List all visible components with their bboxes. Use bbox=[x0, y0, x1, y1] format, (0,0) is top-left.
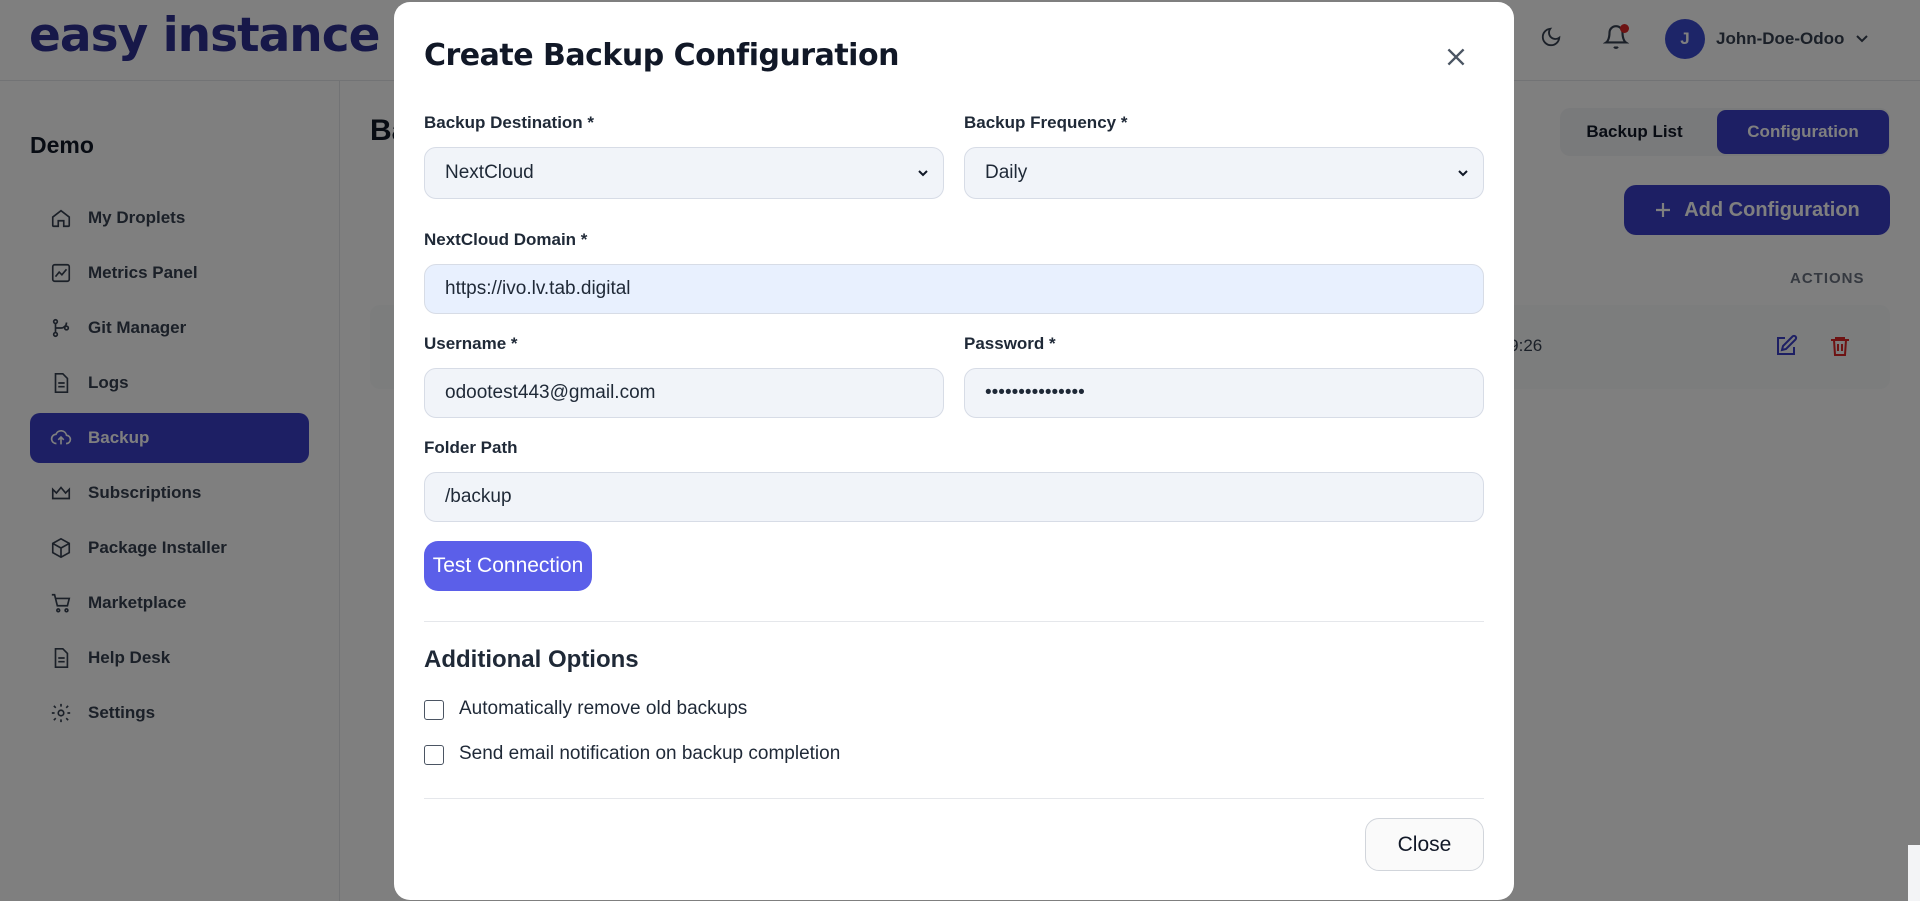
folder-path-label: Folder Path bbox=[424, 438, 518, 457]
nextcloud-domain-input[interactable]: https://ivo.lv.tab.digital bbox=[424, 264, 1484, 314]
close-icon[interactable] bbox=[1443, 44, 1469, 70]
folder-path-value: /backup bbox=[445, 486, 512, 507]
username-input[interactable]: odootest443@gmail.com bbox=[424, 368, 944, 418]
password-label: Password * bbox=[964, 334, 1056, 353]
email-notification-checkbox[interactable] bbox=[424, 745, 444, 765]
password-value: ••••••••••••••• bbox=[985, 382, 1085, 403]
scrollbar[interactable] bbox=[1908, 845, 1920, 901]
remove-old-backups-label[interactable]: Automatically remove old backups bbox=[459, 698, 747, 720]
username-label: Username * bbox=[424, 334, 518, 353]
dialog-title: Create Backup Configuration bbox=[424, 38, 899, 73]
email-notification-label[interactable]: Send email notification on backup comple… bbox=[459, 743, 840, 765]
password-input[interactable]: ••••••••••••••• bbox=[964, 368, 1484, 418]
backup-frequency-label: Backup Frequency * bbox=[964, 113, 1128, 132]
nextcloud-domain-value: https://ivo.lv.tab.digital bbox=[445, 278, 631, 299]
backup-frequency-select[interactable]: Daily bbox=[964, 147, 1484, 199]
username-value: odootest443@gmail.com bbox=[445, 382, 656, 403]
nextcloud-domain-label: NextCloud Domain * bbox=[424, 230, 588, 249]
remove-old-backups-checkbox[interactable] bbox=[424, 700, 444, 720]
backup-destination-label: Backup Destination * bbox=[424, 113, 595, 132]
backup-destination-select[interactable]: NextCloud bbox=[424, 147, 944, 199]
additional-options-title: Additional Options bbox=[424, 646, 639, 673]
chevron-down-icon bbox=[1458, 170, 1468, 177]
folder-path-input[interactable]: /backup bbox=[424, 472, 1484, 522]
divider bbox=[424, 621, 1484, 622]
close-button[interactable]: Close bbox=[1365, 818, 1484, 871]
divider bbox=[424, 798, 1484, 799]
test-connection-button[interactable]: Test Connection bbox=[424, 541, 592, 591]
chevron-down-icon bbox=[918, 170, 928, 177]
create-backup-configuration-dialog: Create Backup Configuration Backup Desti… bbox=[394, 2, 1514, 900]
backup-destination-value: NextCloud bbox=[445, 162, 534, 183]
backup-frequency-value: Daily bbox=[985, 162, 1028, 183]
